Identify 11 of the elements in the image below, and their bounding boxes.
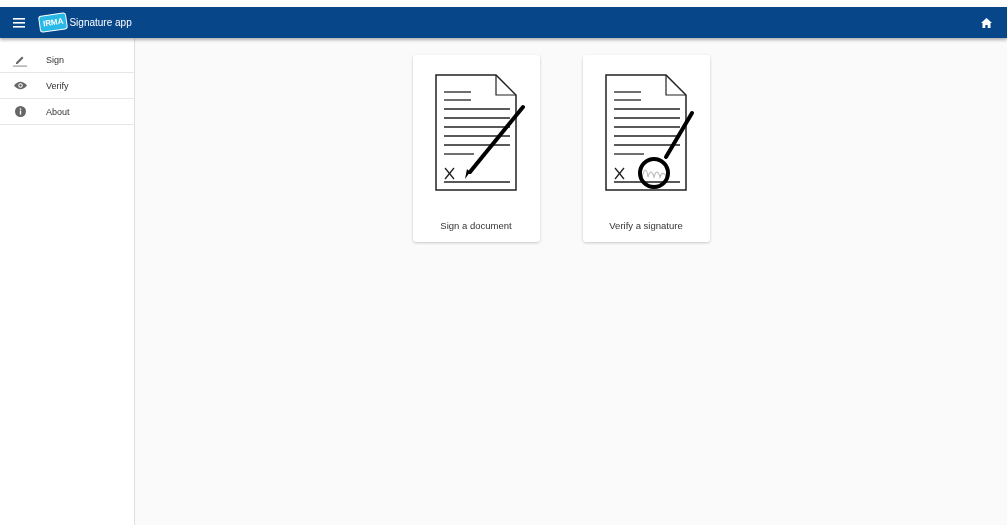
home-icon — [980, 17, 992, 28]
action-card[interactable]: Verify a signature — [582, 55, 710, 242]
app-title: Signature app — [69, 17, 132, 28]
action-card[interactable]: Sign a document — [412, 55, 540, 242]
sidebar-item[interactable]: Sign — [0, 47, 134, 73]
logo: IRMA — [37, 12, 69, 33]
sidebar-item[interactable]: About — [0, 99, 134, 125]
info-icon — [14, 106, 26, 117]
sidebar-item[interactable]: Verify — [0, 73, 134, 99]
eye-icon — [13, 81, 27, 90]
menu-icon — [13, 17, 25, 28]
